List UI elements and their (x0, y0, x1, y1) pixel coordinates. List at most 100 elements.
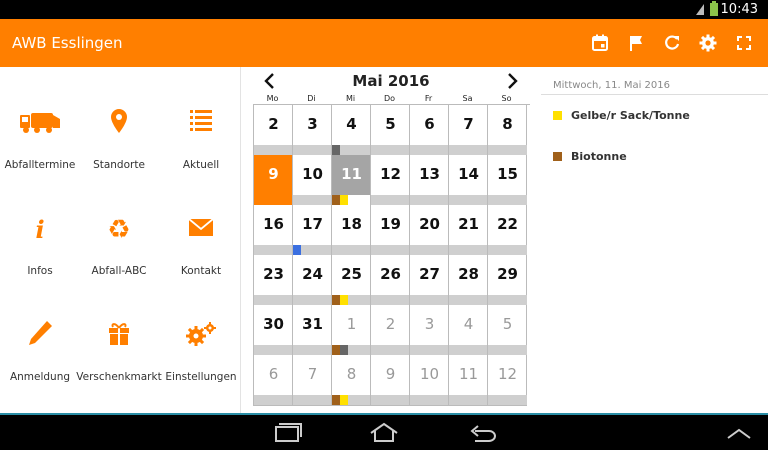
menu-item-verschenkmarkt[interactable]: Verschenkmarkt (76, 279, 162, 383)
refresh-icon[interactable] (662, 33, 682, 53)
calendar-grid: 2 3 4 5 6 7 8 9 10 11 12 13 14 15 16 17 18 19 20 21 22 23 24 25… (253, 104, 530, 406)
calendar-day[interactable]: 7 (448, 105, 488, 156)
menu-item-abfalltermine[interactable]: Abfalltermine (0, 67, 80, 171)
calendar-day[interactable]: 22 (487, 205, 527, 256)
calendar-day[interactable]: 3 (292, 105, 332, 156)
recent-apps-icon[interactable] (270, 421, 304, 445)
day-number: 22 (497, 215, 518, 233)
collection-marker-yellow (340, 295, 348, 305)
day-number: 19 (380, 215, 401, 233)
month-title: Mai 2016 (352, 72, 430, 90)
gift-icon (109, 323, 129, 345)
calendar-day[interactable]: 24 (292, 255, 332, 306)
calendar-day[interactable]: 3 (409, 305, 449, 356)
calendar-day[interactable]: 30 (253, 305, 293, 356)
next-month-icon[interactable] (503, 72, 521, 90)
menu-item-einstellungen[interactable]: Einstellungen (161, 279, 241, 383)
menu-item-label: Kontakt (180, 265, 222, 277)
flag-icon[interactable] (626, 33, 646, 53)
menu-item-infos[interactable]: i Infos (0, 173, 80, 277)
calendar-day[interactable]: 21 (448, 205, 488, 256)
calendar-day[interactable]: 4 (331, 105, 371, 156)
calendar-day[interactable]: 15 (487, 155, 527, 206)
status-bar: 10:43 (0, 0, 768, 19)
calendar-day[interactable]: 20 (409, 205, 449, 256)
menu-item-standorte[interactable]: Standorte (79, 67, 159, 171)
calendar-today-icon[interactable] (590, 33, 610, 53)
collection-strip (254, 345, 293, 355)
calendar-day[interactable]: 2 (370, 305, 410, 356)
collection-strip (449, 145, 488, 155)
weekday-label: Sa (462, 94, 473, 103)
collection-strip (488, 295, 527, 305)
calendar-day[interactable]: 13 (409, 155, 449, 206)
weekday-label: Fr (424, 94, 433, 103)
collection-strip (254, 395, 293, 405)
calendar-day[interactable]: 6 (253, 355, 293, 406)
calendar-day[interactable]: 5 (487, 305, 527, 356)
calendar-day[interactable]: 12 (370, 155, 410, 206)
calendar-day[interactable]: 7 (292, 355, 332, 406)
status-time: 10:43 (720, 2, 758, 17)
calendar-day[interactable]: 27 (409, 255, 449, 306)
calendar-day[interactable]: 25 (331, 255, 371, 306)
day-number: 29 (497, 265, 518, 283)
day-number: 9 (268, 165, 279, 183)
calendar-day[interactable]: 4 (448, 305, 488, 356)
calendar-day-selected[interactable]: 11 (331, 155, 371, 206)
calendar-day[interactable]: 16 (253, 205, 293, 256)
menu-item-kontakt[interactable]: Kontakt (161, 173, 241, 277)
day-number: 13 (419, 165, 440, 183)
calendar-day-today[interactable]: 9 (253, 155, 293, 206)
collection-strip (332, 245, 371, 255)
weekday-label: So (501, 94, 512, 103)
back-icon[interactable] (465, 421, 499, 445)
home-icon[interactable] (367, 421, 401, 445)
collection-strip (488, 395, 527, 405)
day-number: 1 (346, 315, 357, 333)
menu-item-label: Einstellungen (165, 371, 237, 383)
calendar-day[interactable]: 1 (331, 305, 371, 356)
calendar-day[interactable]: 8 (487, 105, 527, 156)
day-number: 7 (307, 365, 318, 383)
calendar-day[interactable]: 29 (487, 255, 527, 306)
chevron-up-icon[interactable] (722, 421, 756, 445)
calendar-day[interactable]: 17 (292, 205, 332, 256)
calendar-day[interactable]: 10 (292, 155, 332, 206)
calendar-day[interactable]: 12 (487, 355, 527, 406)
calendar-day[interactable]: 9 (370, 355, 410, 406)
day-number: 11 (458, 365, 479, 383)
collection-strip (449, 295, 488, 305)
day-number: 5 (502, 315, 513, 333)
gear-icon[interactable] (698, 33, 718, 53)
calendar-day[interactable]: 10 (409, 355, 449, 406)
collection-marker-yellow (340, 195, 348, 205)
calendar-day[interactable]: 23 (253, 255, 293, 306)
collection-marker-brown (332, 395, 340, 405)
calendar-day[interactable]: 6 (409, 105, 449, 156)
calendar-day[interactable]: 8 (331, 355, 371, 406)
event-label: Gelbe/r Sack/Tonne (571, 109, 690, 122)
day-number: 4 (346, 115, 357, 133)
calendar-day[interactable]: 18 (331, 205, 371, 256)
calendar-day[interactable]: 5 (370, 105, 410, 156)
day-number: 18 (341, 215, 362, 233)
menu-item-abfall-abc[interactable]: ♻ Abfall-ABC (79, 173, 159, 277)
calendar-day[interactable]: 14 (448, 155, 488, 206)
collection-strip (371, 295, 410, 305)
day-detail-panel: Mittwoch, 11. Mai 2016 Gelbe/r Sack/Tonn… (541, 67, 768, 413)
calendar-day[interactable]: 19 (370, 205, 410, 256)
calendar-day[interactable]: 31 (292, 305, 332, 356)
detail-divider (541, 94, 768, 95)
calendar-day[interactable]: 2 (253, 105, 293, 156)
calendar-day[interactable]: 11 (448, 355, 488, 406)
calendar-day[interactable]: 26 (370, 255, 410, 306)
collection-strip (254, 145, 293, 155)
collection-strip (488, 195, 527, 205)
menu-item-anmeldung[interactable]: Anmeldung (0, 279, 80, 383)
fullscreen-icon[interactable] (734, 33, 754, 53)
menu-item-aktuell[interactable]: Aktuell (161, 67, 241, 171)
day-number: 20 (419, 215, 440, 233)
calendar-day[interactable]: 28 (448, 255, 488, 306)
collection-strip (254, 295, 293, 305)
